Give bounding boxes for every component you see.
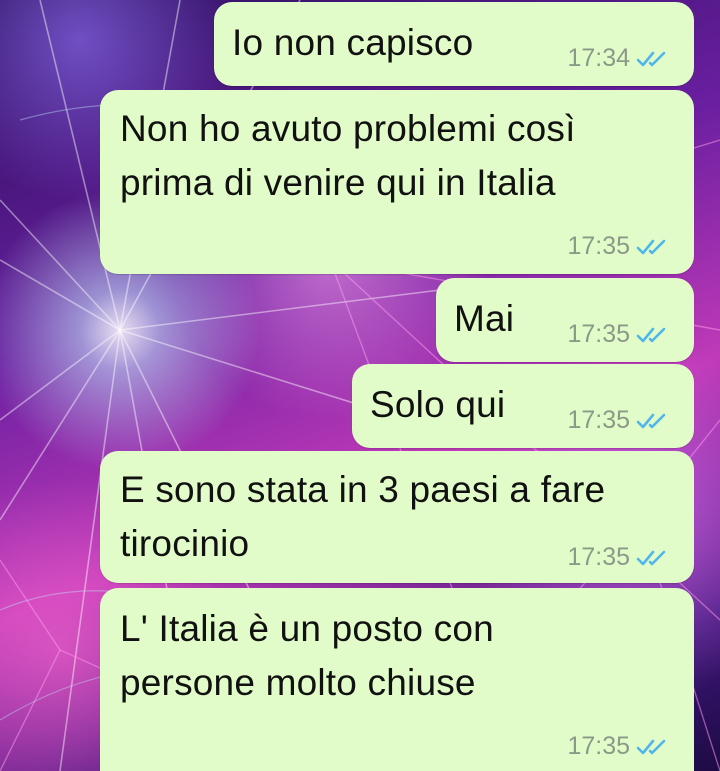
message-meta: 17:34 [567, 44, 670, 73]
message-time: 17:35 [567, 406, 630, 434]
message-bubble[interactable]: Io non capisco 17:34 [214, 2, 694, 86]
message-text: Non ho avuto problemi così prima di veni… [120, 108, 576, 203]
message-bubble[interactable]: Solo qui 17:35 [352, 364, 694, 448]
read-double-check-icon [636, 739, 666, 754]
message-meta: 17:35 [567, 232, 670, 261]
message-time: 17:35 [567, 320, 630, 348]
message-meta: 17:35 [567, 406, 670, 435]
message-bubble[interactable]: L' Italia è un posto con persone molto c… [100, 588, 694, 771]
message-text: L' Italia è un posto con persone molto c… [120, 608, 494, 703]
message-text: E sono stata in 3 paesi a fare tirocinio [120, 469, 606, 564]
message-time: 17:35 [567, 732, 630, 760]
read-double-check-icon [636, 550, 666, 565]
message-time: 17:34 [567, 44, 630, 72]
message-bubble[interactable]: Non ho avuto problemi così prima di veni… [100, 90, 694, 274]
message-text: Mai [454, 298, 515, 339]
read-double-check-icon [636, 51, 666, 66]
message-time: 17:35 [567, 232, 630, 260]
message-bubble[interactable]: Mai 17:35 [436, 278, 694, 362]
message-text: Io non capisco [232, 22, 474, 63]
message-meta: 17:35 [567, 543, 670, 572]
message-meta: 17:35 [567, 732, 670, 761]
message-time: 17:35 [567, 543, 630, 571]
message-text: Solo qui [370, 384, 506, 425]
read-double-check-icon [636, 239, 666, 254]
read-double-check-icon [636, 413, 666, 428]
message-bubble[interactable]: E sono stata in 3 paesi a fare tirocinio… [100, 451, 694, 583]
read-double-check-icon [636, 327, 666, 342]
message-meta: 17:35 [567, 320, 670, 349]
